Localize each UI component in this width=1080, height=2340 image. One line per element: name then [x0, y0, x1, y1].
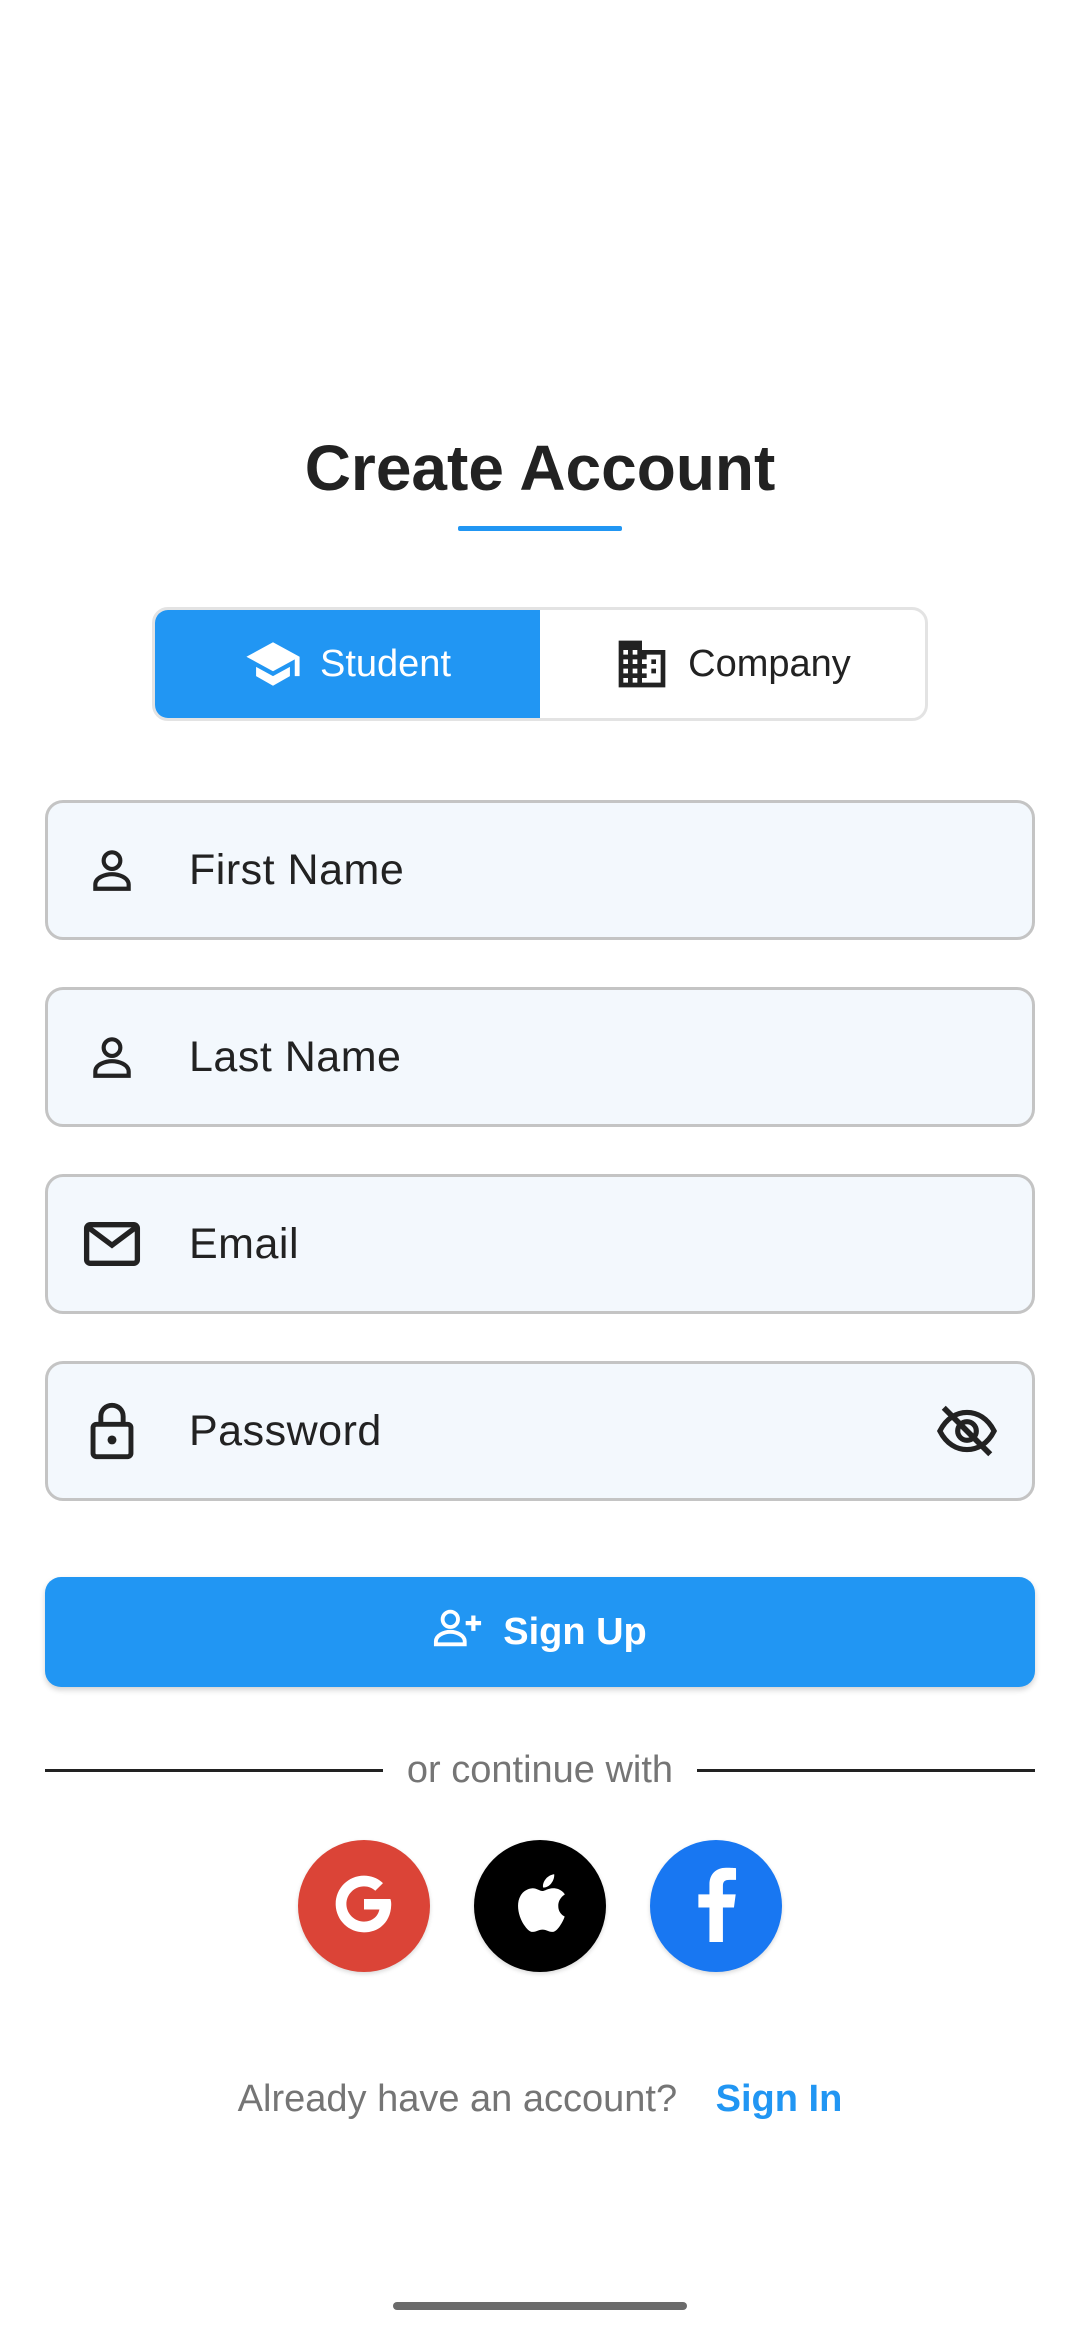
person-icon — [82, 840, 142, 900]
lock-icon — [82, 1401, 142, 1461]
apple-icon — [511, 1871, 569, 1942]
divider-text: or continue with — [406, 1748, 674, 1791]
email-input[interactable] — [187, 1218, 1032, 1270]
email-field[interactable] — [45, 1174, 1035, 1314]
sign-in-prompt: Already have an account? Sign In — [0, 2078, 1080, 2121]
mail-icon — [82, 1214, 142, 1274]
google-sign-in-button[interactable] — [298, 1840, 430, 1972]
building-icon — [614, 638, 670, 690]
graduation-cap-icon — [244, 639, 302, 689]
create-account-screen: Create Account Student Company First Nam… — [0, 0, 1080, 2340]
home-indicator[interactable] — [393, 2302, 687, 2310]
sign-up-label: Sign Up — [503, 1610, 647, 1653]
facebook-icon — [694, 1866, 738, 1947]
visibility-off-icon[interactable] — [932, 1396, 1002, 1466]
account-type-company[interactable]: Company — [540, 610, 925, 718]
last-name-field[interactable] — [45, 987, 1035, 1127]
sign-up-button[interactable]: Sign Up — [45, 1577, 1035, 1687]
divider-line-right — [697, 1768, 1035, 1772]
first-name-input[interactable] — [187, 844, 1032, 896]
account-type-student[interactable]: Student — [155, 610, 540, 718]
or-continue-divider: or continue with — [45, 1745, 1035, 1795]
facebook-sign-in-button[interactable] — [650, 1840, 782, 1972]
person-icon — [82, 1027, 142, 1087]
already-have-account-text: Already have an account? — [237, 2078, 678, 2120]
person-add-icon — [433, 1607, 483, 1657]
page-title: Create Account — [304, 432, 776, 504]
sign-in-link[interactable]: Sign In — [716, 2078, 843, 2120]
divider-line-left — [45, 1768, 383, 1772]
account-type-student-label: Student — [320, 642, 451, 685]
password-input[interactable] — [187, 1405, 932, 1457]
first-name-field[interactable] — [45, 800, 1035, 940]
apple-sign-in-button[interactable] — [474, 1840, 606, 1972]
google-icon — [331, 1871, 397, 1942]
account-type-company-label: Company — [688, 642, 851, 685]
password-field[interactable] — [45, 1361, 1035, 1501]
title-underline — [458, 526, 622, 531]
last-name-input[interactable] — [187, 1031, 1032, 1083]
account-type-toggle: Student Company — [152, 607, 928, 721]
